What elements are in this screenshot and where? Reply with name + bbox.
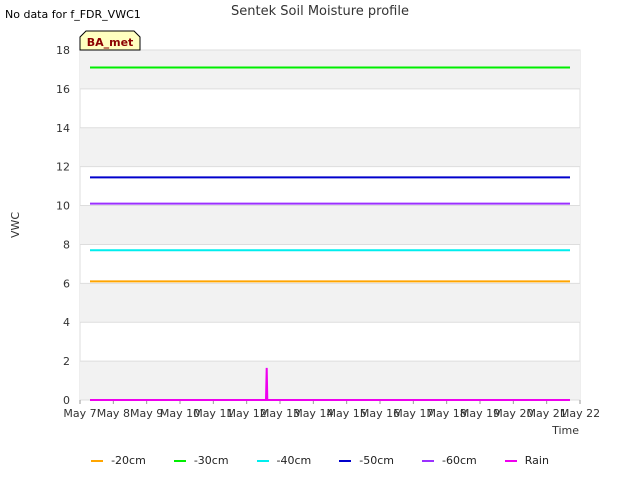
y-tick-label: 6: [63, 277, 70, 290]
legend-label: -30cm: [193, 454, 229, 467]
legend-swatch: [504, 459, 517, 462]
legend-swatch: [91, 459, 104, 462]
grid-band: [80, 361, 580, 400]
y-tick-label: 16: [56, 83, 70, 96]
y-tick-label: 12: [56, 161, 70, 174]
x-tick-label: May 7: [63, 407, 96, 420]
legend-label: -20cm: [111, 454, 146, 467]
legend-item: Rain: [504, 454, 549, 467]
x-tick-label: May 9: [130, 407, 163, 420]
grid-band: [80, 50, 580, 89]
legend-label: Rain: [524, 454, 549, 467]
y-tick-label: 2: [63, 355, 70, 368]
legend-item: -40cm: [256, 454, 312, 467]
x-axis-label: Time: [551, 424, 579, 437]
chart-legend: -20cm -30cm -40cm -50cm -60cm Rain: [0, 454, 640, 467]
y-tick-label: 10: [56, 200, 70, 213]
y-tick-label: 18: [56, 44, 70, 57]
x-tick-label: May 8: [97, 407, 130, 420]
legend-label: -40cm: [276, 454, 312, 467]
legend-swatch: [422, 459, 435, 462]
y-tick-label: 8: [63, 238, 70, 251]
y-axis-label: VWC: [9, 212, 22, 238]
legend-swatch: [339, 459, 352, 462]
site-badge-label: BA_met: [87, 36, 134, 49]
legend-item: -50cm: [339, 454, 394, 467]
grid-band: [80, 205, 580, 245]
grid-band: [80, 283, 580, 323]
soil-moisture-chart: 024681012141618May 7 May 8 May 9May 10May …: [9, 30, 600, 437]
y-tick-label: 14: [56, 122, 70, 135]
x-tick-label: May 22: [560, 407, 600, 420]
legend-item: -20cm: [91, 454, 146, 467]
legend-label: -50cm: [359, 454, 395, 467]
grid-band: [80, 127, 580, 167]
legend-label: -60cm: [442, 454, 477, 467]
legend-item: -30cm: [173, 454, 229, 467]
legend-item: -60cm: [422, 454, 477, 467]
y-tick-label: 0: [63, 394, 70, 407]
legend-swatch: [256, 459, 269, 462]
y-tick-label: 4: [63, 316, 70, 329]
legend-swatch: [173, 459, 186, 462]
